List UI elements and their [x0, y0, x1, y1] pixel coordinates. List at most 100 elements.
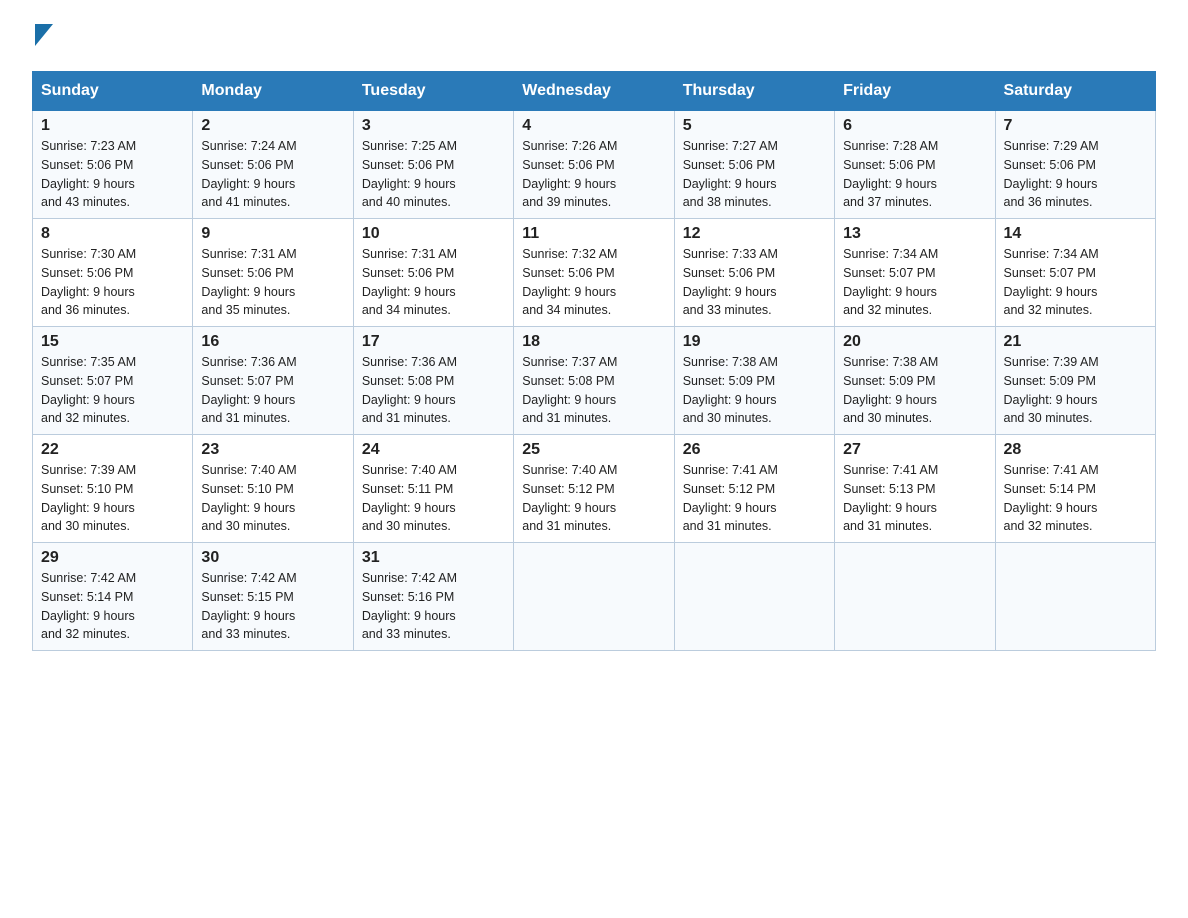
calendar-day-cell: 9 Sunrise: 7:31 AMSunset: 5:06 PMDayligh…	[193, 219, 353, 327]
calendar-day-cell: 4 Sunrise: 7:26 AMSunset: 5:06 PMDayligh…	[514, 111, 674, 219]
calendar-week-row: 22 Sunrise: 7:39 AMSunset: 5:10 PMDaylig…	[33, 435, 1156, 543]
day-of-week-header: Sunday	[33, 72, 193, 111]
day-number: 17	[362, 333, 505, 351]
day-info: Sunrise: 7:30 AMSunset: 5:06 PMDaylight:…	[41, 247, 136, 317]
day-number: 11	[522, 225, 665, 243]
calendar-day-cell: 19 Sunrise: 7:38 AMSunset: 5:09 PMDaylig…	[674, 327, 834, 435]
day-number: 28	[1004, 441, 1147, 459]
calendar-day-cell: 21 Sunrise: 7:39 AMSunset: 5:09 PMDaylig…	[995, 327, 1155, 435]
calendar-day-cell: 23 Sunrise: 7:40 AMSunset: 5:10 PMDaylig…	[193, 435, 353, 543]
day-info: Sunrise: 7:33 AMSunset: 5:06 PMDaylight:…	[683, 247, 778, 317]
day-info: Sunrise: 7:34 AMSunset: 5:07 PMDaylight:…	[1004, 247, 1099, 317]
day-info: Sunrise: 7:38 AMSunset: 5:09 PMDaylight:…	[683, 355, 778, 425]
day-info: Sunrise: 7:25 AMSunset: 5:06 PMDaylight:…	[362, 139, 457, 209]
day-number: 4	[522, 117, 665, 135]
day-number: 10	[362, 225, 505, 243]
day-info: Sunrise: 7:35 AMSunset: 5:07 PMDaylight:…	[41, 355, 136, 425]
logo-triangle-icon	[35, 24, 53, 51]
day-number: 7	[1004, 117, 1147, 135]
day-info: Sunrise: 7:23 AMSunset: 5:06 PMDaylight:…	[41, 139, 136, 209]
day-info: Sunrise: 7:40 AMSunset: 5:11 PMDaylight:…	[362, 463, 457, 533]
day-info: Sunrise: 7:32 AMSunset: 5:06 PMDaylight:…	[522, 247, 617, 317]
day-number: 29	[41, 549, 184, 567]
day-info: Sunrise: 7:24 AMSunset: 5:06 PMDaylight:…	[201, 139, 296, 209]
day-info: Sunrise: 7:39 AMSunset: 5:10 PMDaylight:…	[41, 463, 136, 533]
calendar-day-cell: 24 Sunrise: 7:40 AMSunset: 5:11 PMDaylig…	[353, 435, 513, 543]
day-number: 6	[843, 117, 986, 135]
calendar-day-cell: 17 Sunrise: 7:36 AMSunset: 5:08 PMDaylig…	[353, 327, 513, 435]
day-number: 18	[522, 333, 665, 351]
calendar-table: SundayMondayTuesdayWednesdayThursdayFrid…	[32, 71, 1156, 651]
calendar-week-row: 1 Sunrise: 7:23 AMSunset: 5:06 PMDayligh…	[33, 111, 1156, 219]
day-number: 13	[843, 225, 986, 243]
calendar-day-cell: 12 Sunrise: 7:33 AMSunset: 5:06 PMDaylig…	[674, 219, 834, 327]
day-number: 15	[41, 333, 184, 351]
day-number: 24	[362, 441, 505, 459]
day-number: 16	[201, 333, 344, 351]
day-of-week-header: Monday	[193, 72, 353, 111]
calendar-day-cell: 30 Sunrise: 7:42 AMSunset: 5:15 PMDaylig…	[193, 543, 353, 651]
day-info: Sunrise: 7:39 AMSunset: 5:09 PMDaylight:…	[1004, 355, 1099, 425]
calendar-day-cell: 7 Sunrise: 7:29 AMSunset: 5:06 PMDayligh…	[995, 111, 1155, 219]
day-number: 25	[522, 441, 665, 459]
day-info: Sunrise: 7:38 AMSunset: 5:09 PMDaylight:…	[843, 355, 938, 425]
day-number: 12	[683, 225, 826, 243]
day-of-week-header: Saturday	[995, 72, 1155, 111]
day-info: Sunrise: 7:34 AMSunset: 5:07 PMDaylight:…	[843, 247, 938, 317]
calendar-day-cell	[674, 543, 834, 651]
day-info: Sunrise: 7:40 AMSunset: 5:12 PMDaylight:…	[522, 463, 617, 533]
calendar-day-cell: 14 Sunrise: 7:34 AMSunset: 5:07 PMDaylig…	[995, 219, 1155, 327]
calendar-day-cell: 11 Sunrise: 7:32 AMSunset: 5:06 PMDaylig…	[514, 219, 674, 327]
calendar-day-cell: 13 Sunrise: 7:34 AMSunset: 5:07 PMDaylig…	[835, 219, 995, 327]
calendar-day-cell: 3 Sunrise: 7:25 AMSunset: 5:06 PMDayligh…	[353, 111, 513, 219]
calendar-day-cell: 16 Sunrise: 7:36 AMSunset: 5:07 PMDaylig…	[193, 327, 353, 435]
calendar-day-cell: 26 Sunrise: 7:41 AMSunset: 5:12 PMDaylig…	[674, 435, 834, 543]
day-number: 21	[1004, 333, 1147, 351]
calendar-day-cell: 18 Sunrise: 7:37 AMSunset: 5:08 PMDaylig…	[514, 327, 674, 435]
calendar-day-cell: 27 Sunrise: 7:41 AMSunset: 5:13 PMDaylig…	[835, 435, 995, 543]
calendar-day-cell: 15 Sunrise: 7:35 AMSunset: 5:07 PMDaylig…	[33, 327, 193, 435]
day-info: Sunrise: 7:31 AMSunset: 5:06 PMDaylight:…	[201, 247, 296, 317]
day-of-week-header: Friday	[835, 72, 995, 111]
calendar-day-cell	[514, 543, 674, 651]
calendar-day-cell: 1 Sunrise: 7:23 AMSunset: 5:06 PMDayligh…	[33, 111, 193, 219]
calendar-day-cell: 5 Sunrise: 7:27 AMSunset: 5:06 PMDayligh…	[674, 111, 834, 219]
calendar-day-cell: 8 Sunrise: 7:30 AMSunset: 5:06 PMDayligh…	[33, 219, 193, 327]
calendar-day-cell: 22 Sunrise: 7:39 AMSunset: 5:10 PMDaylig…	[33, 435, 193, 543]
day-info: Sunrise: 7:26 AMSunset: 5:06 PMDaylight:…	[522, 139, 617, 209]
day-info: Sunrise: 7:36 AMSunset: 5:07 PMDaylight:…	[201, 355, 296, 425]
calendar-day-cell	[835, 543, 995, 651]
day-info: Sunrise: 7:31 AMSunset: 5:06 PMDaylight:…	[362, 247, 457, 317]
day-number: 27	[843, 441, 986, 459]
day-number: 31	[362, 549, 505, 567]
day-number: 19	[683, 333, 826, 351]
calendar-week-row: 15 Sunrise: 7:35 AMSunset: 5:07 PMDaylig…	[33, 327, 1156, 435]
day-number: 9	[201, 225, 344, 243]
day-number: 23	[201, 441, 344, 459]
day-info: Sunrise: 7:37 AMSunset: 5:08 PMDaylight:…	[522, 355, 617, 425]
day-info: Sunrise: 7:42 AMSunset: 5:16 PMDaylight:…	[362, 571, 457, 641]
logo	[32, 24, 53, 51]
day-of-week-header: Thursday	[674, 72, 834, 111]
day-of-week-header: Tuesday	[353, 72, 513, 111]
day-info: Sunrise: 7:41 AMSunset: 5:13 PMDaylight:…	[843, 463, 938, 533]
day-number: 8	[41, 225, 184, 243]
calendar-week-row: 29 Sunrise: 7:42 AMSunset: 5:14 PMDaylig…	[33, 543, 1156, 651]
day-number: 30	[201, 549, 344, 567]
day-number: 3	[362, 117, 505, 135]
calendar-day-cell: 25 Sunrise: 7:40 AMSunset: 5:12 PMDaylig…	[514, 435, 674, 543]
calendar-day-cell: 28 Sunrise: 7:41 AMSunset: 5:14 PMDaylig…	[995, 435, 1155, 543]
calendar-day-cell: 10 Sunrise: 7:31 AMSunset: 5:06 PMDaylig…	[353, 219, 513, 327]
calendar-day-cell: 31 Sunrise: 7:42 AMSunset: 5:16 PMDaylig…	[353, 543, 513, 651]
page-header	[32, 24, 1156, 51]
day-number: 20	[843, 333, 986, 351]
day-info: Sunrise: 7:41 AMSunset: 5:14 PMDaylight:…	[1004, 463, 1099, 533]
calendar-week-row: 8 Sunrise: 7:30 AMSunset: 5:06 PMDayligh…	[33, 219, 1156, 327]
day-info: Sunrise: 7:36 AMSunset: 5:08 PMDaylight:…	[362, 355, 457, 425]
day-info: Sunrise: 7:42 AMSunset: 5:14 PMDaylight:…	[41, 571, 136, 641]
day-info: Sunrise: 7:28 AMSunset: 5:06 PMDaylight:…	[843, 139, 938, 209]
day-number: 14	[1004, 225, 1147, 243]
day-info: Sunrise: 7:27 AMSunset: 5:06 PMDaylight:…	[683, 139, 778, 209]
calendar-day-cell: 2 Sunrise: 7:24 AMSunset: 5:06 PMDayligh…	[193, 111, 353, 219]
day-number: 22	[41, 441, 184, 459]
